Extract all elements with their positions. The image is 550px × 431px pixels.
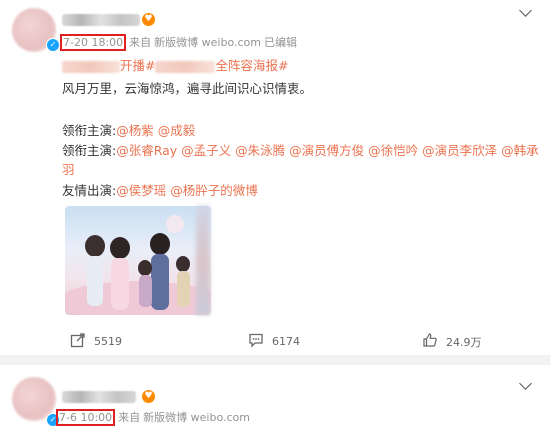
hashtag-suffix: 全阵容海报# <box>215 58 289 73</box>
costarring-line: 领衔主演:@张睿Ray @孟子义 @朱泳腾 @演员傅方俊 @徐恺吟 @演员李欣泽… <box>62 140 539 159</box>
verified-icon: ✓ <box>46 38 60 52</box>
chevron-down-icon[interactable] <box>519 377 532 390</box>
post-body-text: 风月万里，云海惊鸿，遍寻此间识心识情衷。 <box>62 81 313 96</box>
mention-link-wrap[interactable]: 羽 <box>62 159 75 178</box>
post-meta: 7-6 10:00 来自 新版微博 weibo.com <box>56 409 253 426</box>
blurred-text <box>155 60 216 73</box>
post-time[interactable]: 7-6 10:00 <box>56 409 116 426</box>
starring-label: 领衔主演: <box>62 123 117 138</box>
comment-count: 6174 <box>272 335 300 348</box>
guest-label: 友情出演: <box>62 183 117 198</box>
poster-illustration <box>65 215 211 315</box>
repost-button[interactable]: 5519 <box>70 332 122 351</box>
source-link[interactable]: 新版微博 weibo.com <box>154 36 261 49</box>
mention-link[interactable]: @成毅 <box>158 123 196 138</box>
fan-heart-icon: ♥ <box>142 13 155 26</box>
mention-link[interactable]: @演员李欣泽 <box>422 143 497 158</box>
mention-link[interactable]: @演员傅方俊 <box>289 143 364 158</box>
comment-button[interactable]: 6174 <box>248 332 300 351</box>
source-prefix: 来自 <box>129 36 152 49</box>
blurred-region <box>196 206 210 315</box>
blurred-text <box>62 60 120 73</box>
costarring-label: 领衔主演: <box>62 143 117 158</box>
mention-link[interactable]: @杨紫 <box>116 123 154 138</box>
feed-divider <box>0 355 550 365</box>
author-name[interactable] <box>62 14 140 26</box>
like-count: 24.9万 <box>446 335 482 349</box>
repost-count: 5519 <box>94 335 122 348</box>
hashtag-prefix: 开播# <box>120 58 156 73</box>
source-link[interactable]: 新版微博 weibo.com <box>143 411 250 424</box>
mention-link[interactable]: @孟子义 <box>181 143 231 158</box>
author-name[interactable] <box>62 391 136 403</box>
share-icon <box>70 332 86 351</box>
chevron-down-icon[interactable] <box>519 4 532 17</box>
starring-line: 领衔主演:@杨紫 @成毅 <box>62 120 195 139</box>
mention-link[interactable]: @韩承 <box>501 143 539 158</box>
edited-label: 已编辑 <box>264 36 297 49</box>
poster-image[interactable] <box>65 206 211 315</box>
hashtag-topic[interactable]: 开播# 全阵容海报# <box>62 55 288 74</box>
post-time[interactable]: 7-20 18:00 <box>60 34 127 51</box>
weibo-post-card: ✓ ♥ 7-20 18:00 来自 新版微博 weibo.com 已编辑 开播# 全阵容… <box>0 0 550 355</box>
fan-heart-icon: ♥ <box>142 390 155 403</box>
post-meta: 7-20 18:00 来自 新版微博 weibo.com 已编辑 <box>60 34 300 51</box>
comment-icon <box>248 332 264 351</box>
mention-link[interactable]: @侯梦瑶 <box>116 183 166 198</box>
thumbs-up-icon <box>422 332 438 351</box>
mention-link[interactable]: @朱泳腾 <box>235 143 285 158</box>
mention-link[interactable]: @徐恺吟 <box>368 143 418 158</box>
source-prefix: 来自 <box>118 411 141 424</box>
guest-line: 友情出演:@侯梦瑶 @杨肸子的微博 <box>62 180 258 199</box>
mention-link[interactable]: @张睿Ray <box>116 143 177 158</box>
mention-link[interactable]: @杨肸子的微博 <box>170 183 258 198</box>
weibo-post-card: ✓ ♥ 7-6 10:00 来自 新版微博 weibo.com <box>0 365 550 431</box>
like-button[interactable]: 24.9万 <box>422 332 482 351</box>
